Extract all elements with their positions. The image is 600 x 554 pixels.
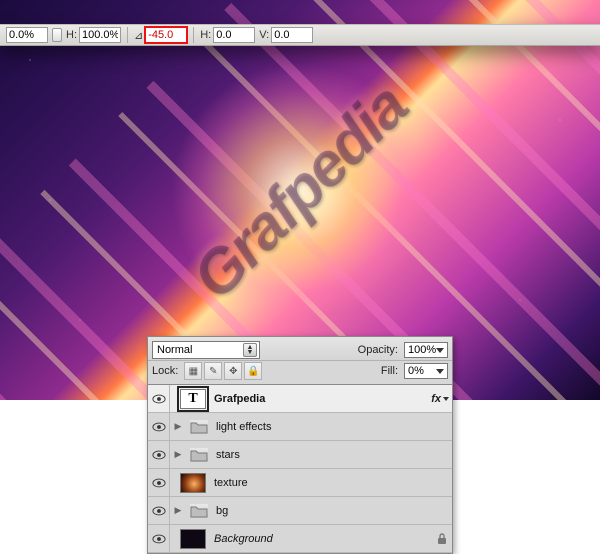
lock-icon (432, 533, 452, 545)
layer-row[interactable]: Background (148, 525, 452, 553)
separator (193, 27, 194, 43)
lock-position-icon[interactable]: ✥ (224, 362, 242, 380)
lock-pixels-icon[interactable]: ✎ (204, 362, 222, 380)
layer-row[interactable]: T Grafpediafx (148, 385, 452, 413)
stepper-icon: ▲▼ (243, 343, 257, 357)
layers-panel: Normal ▲▼ Opacity: 100% Lock: ▦ ✎ ✥ 🔒 Fi… (147, 336, 453, 554)
fill-input[interactable]: 0% (404, 363, 448, 379)
disclosure-triangle-icon[interactable]: ▶ (170, 421, 186, 432)
opacity-input[interactable]: 100% (404, 342, 448, 358)
folder-icon (190, 420, 208, 434)
width-field (6, 27, 48, 43)
visibility-toggle[interactable] (148, 469, 170, 496)
type-layer-thumb: T (180, 389, 206, 409)
layer-name[interactable]: texture (210, 477, 452, 489)
layer-name[interactable]: stars (212, 449, 452, 461)
disclosure-triangle-icon[interactable]: ▶ (170, 505, 186, 516)
visibility-toggle[interactable] (148, 497, 170, 524)
fill-value: 0% (408, 365, 424, 377)
skew-h-label: H: (200, 29, 211, 41)
skew-v-label: V: (259, 29, 269, 41)
layers-panel-row-blend: Normal ▲▼ Opacity: 100% (148, 337, 452, 361)
angle-input[interactable] (145, 27, 187, 43)
layer-thumb (180, 473, 206, 493)
visibility-toggle[interactable] (148, 525, 170, 552)
layer-row[interactable]: texture (148, 469, 452, 497)
opacity-value: 100% (408, 344, 436, 356)
blend-mode-select[interactable]: Normal ▲▼ (152, 341, 260, 359)
folder-icon (190, 448, 208, 462)
height-label: H: (66, 29, 77, 41)
layer-row[interactable]: ▶ bg (148, 497, 452, 525)
opacity-label: Opacity: (358, 344, 398, 356)
chevron-down-icon (436, 348, 444, 353)
angle-field: ⊿ (134, 27, 187, 43)
layer-name[interactable]: light effects (212, 421, 452, 433)
folder-icon (190, 504, 208, 518)
skew-v-field: V: (259, 27, 313, 43)
lock-transparency-icon[interactable]: ▦ (184, 362, 202, 380)
layer-effects-badge[interactable]: fx (428, 393, 452, 405)
visibility-toggle[interactable] (148, 441, 170, 468)
lock-buttons: ▦ ✎ ✥ 🔒 (184, 362, 262, 380)
chevron-down-icon (436, 369, 444, 374)
skew-h-field: H: (200, 27, 255, 43)
link-constrain-icon[interactable] (52, 28, 62, 42)
disclosure-triangle-icon[interactable]: ▶ (170, 449, 186, 460)
lock-label: Lock: (152, 365, 178, 377)
layer-name[interactable]: Background (210, 533, 432, 545)
layer-row[interactable]: ▶ light effects (148, 413, 452, 441)
transform-options-bar: H: ⊿ H: V: (0, 24, 600, 46)
height-field: H: (66, 27, 121, 43)
height-input[interactable] (79, 27, 121, 43)
layers-panel-row-lock: Lock: ▦ ✎ ✥ 🔒 Fill: 0% (148, 361, 452, 385)
blend-mode-value: Normal (157, 344, 192, 356)
layer-name[interactable]: bg (212, 505, 452, 517)
layer-list: T Grafpediafx ▶ light effects ▶ stars texture ▶… (148, 385, 452, 553)
visibility-toggle[interactable] (148, 385, 170, 412)
skew-h-input[interactable] (213, 27, 255, 43)
visibility-toggle[interactable] (148, 413, 170, 440)
lock-all-icon[interactable]: 🔒 (244, 362, 262, 380)
angle-icon: ⊿ (134, 29, 143, 42)
fill-label: Fill: (381, 365, 398, 377)
skew-v-input[interactable] (271, 27, 313, 43)
layer-row[interactable]: ▶ stars (148, 441, 452, 469)
width-input[interactable] (6, 27, 48, 43)
separator (127, 27, 128, 43)
layer-name[interactable]: Grafpedia (210, 393, 428, 405)
